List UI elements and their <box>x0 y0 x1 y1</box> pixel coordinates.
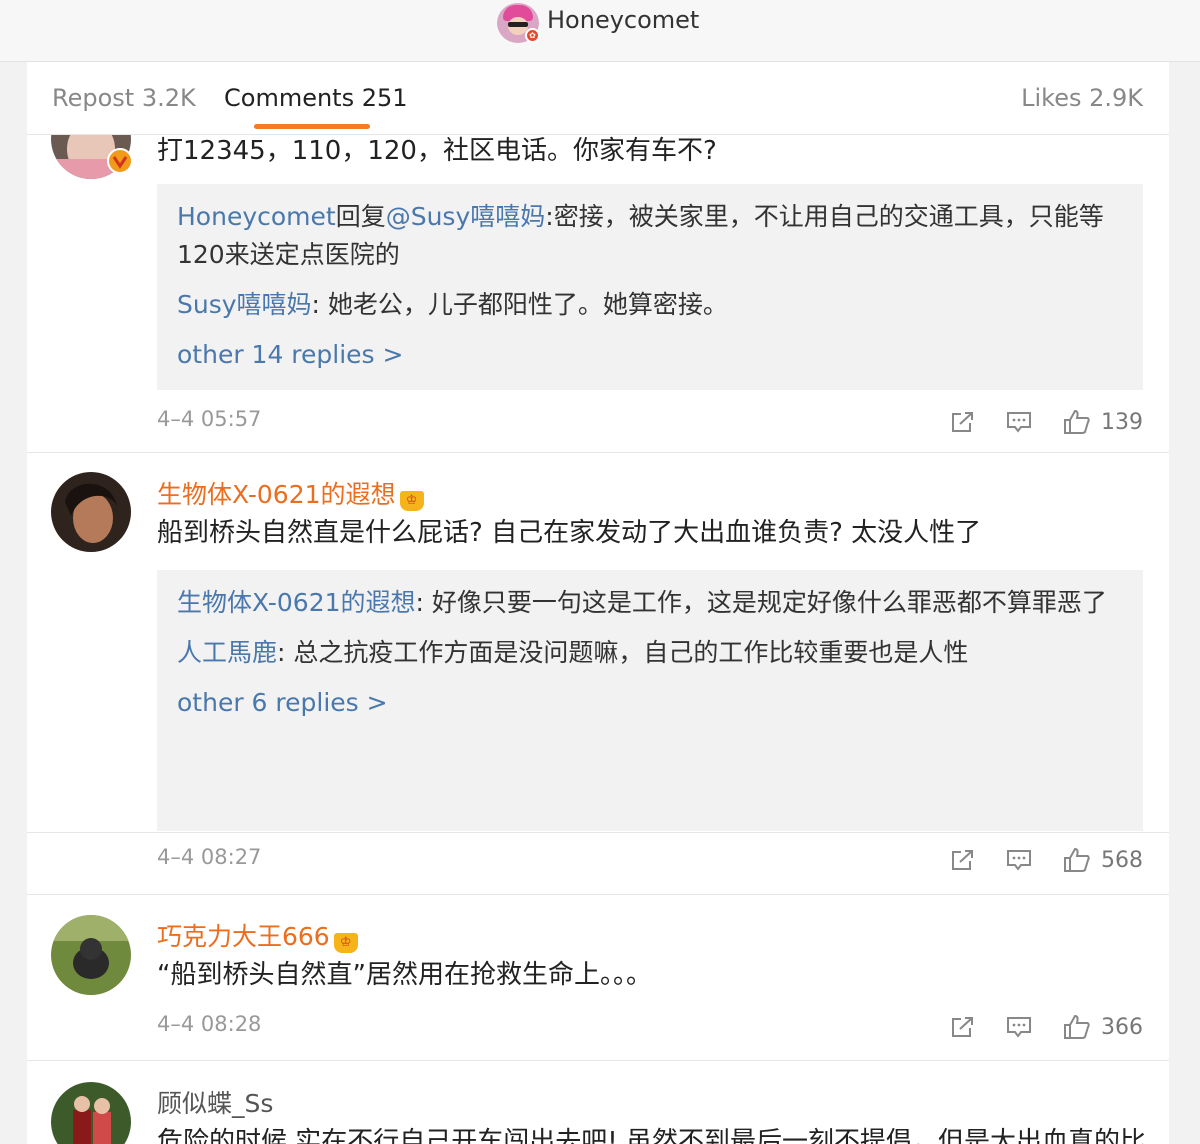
share-icon[interactable] <box>947 1012 979 1042</box>
comment-meta: 4–4 08:27 568 <box>157 845 1143 875</box>
reply-text: : 好像只要一句这是工作，这是规定好像什么罪恶都不算罪恶了 <box>415 588 1107 617</box>
reply-text: : 她老公，儿子都阳性了。她算密接。 <box>311 290 728 319</box>
comment-item: 巧克力大王666 ♔ “船到桥头自然直”居然用在抢救生命上。。。 4–4 08:2… <box>27 895 1169 1061</box>
header-title[interactable]: Honeycomet <box>547 6 699 34</box>
share-icon[interactable] <box>947 845 979 875</box>
verified-badge-icon: ✿ <box>525 28 540 43</box>
comment-text: “船到桥头自然直”居然用在抢救生命上。。。 <box>157 960 652 990</box>
comment-icon[interactable] <box>1003 1012 1035 1042</box>
more-replies-link[interactable]: other 6 replies > <box>177 684 1123 722</box>
reply-author[interactable]: Susy嘻嘻妈 <box>177 290 312 319</box>
comment-author-name[interactable]: 顾似蝶_Ss <box>157 1089 273 1118</box>
like-count: 366 <box>1101 1014 1143 1040</box>
comment-author-name[interactable]: 巧克力大王666 <box>157 922 330 951</box>
comment-time: 4–4 08:28 <box>157 1012 262 1036</box>
reply-item: Honeycomet回复@Susy嘻嘻妈:密接，被关家里，不让用自己的交通工具，… <box>177 198 1123 274</box>
reply-box[interactable]: Honeycomet回复@Susy嘻嘻妈:密接，被关家里，不让用自己的交通工具，… <box>157 184 1143 390</box>
comment-actions: 139 <box>947 407 1143 437</box>
reply-item: Susy嘻嘻妈: 她老公，儿子都阳性了。她算密接。 <box>177 286 1123 324</box>
comment-text: 危险的时候 实在不行自己开车闯出去吧! 虽然不到最后一刻不提倡，但是大出血真的比… <box>157 1127 1146 1144</box>
tab-likes[interactable]: Likes 2.9K <box>1021 84 1143 112</box>
comment-item: 顾似蝶_Ss 危险的时候 实在不行自己开车闯出去吧! 虽然不到最后一刻不提倡，但… <box>27 1062 1169 1144</box>
reply-text: : 总之抗疫工作方面是没问题嘛，自己的工作比较重要也是人性 <box>277 638 969 667</box>
share-icon[interactable] <box>947 407 979 437</box>
crown-icon: ♔ <box>333 933 358 953</box>
tab-comments[interactable]: Comments 251 <box>224 84 408 112</box>
avatar[interactable] <box>51 915 131 995</box>
avatar[interactable] <box>51 472 131 552</box>
tab-bar: Repost 3.2K Comments 251 Likes 2.9K <box>27 62 1169 135</box>
reply-author[interactable]: Honeycomet <box>177 202 336 231</box>
tab-repost[interactable]: Repost 3.2K <box>52 84 196 112</box>
thumbs-up-icon[interactable] <box>1061 845 1093 875</box>
verified-badge-icon <box>107 148 133 174</box>
reply-mention[interactable]: @Susy嘻嘻妈 <box>386 202 546 231</box>
like-count: 139 <box>1101 409 1143 435</box>
comment-meta: 4–4 08:28 366 <box>157 1012 1143 1042</box>
comment-item: 生物体X-0621的遐想 ♔ 船到桥头自然直是什么屁话? 自己在家发动了大出血谁负… <box>27 453 1169 833</box>
comment-actions: 568 <box>947 845 1143 875</box>
comment-icon[interactable] <box>1003 845 1035 875</box>
comment-actions: 366 <box>947 1012 1143 1042</box>
comment-time: 4–4 08:27 <box>157 845 262 869</box>
comment-text: 船到桥头自然直是什么屁话? 自己在家发动了大出血谁负责? 太没人性了 <box>157 518 982 548</box>
avatar[interactable] <box>51 1082 131 1144</box>
reply-author[interactable]: 生物体X-0621的遐想 <box>177 588 416 617</box>
comment-author-name[interactable]: 生物体X-0621的遐想 <box>157 480 396 509</box>
reply-item: 生物体X-0621的遐想: 好像只要一句这是工作，这是规定好像什么罪恶都不算罪恶… <box>177 584 1123 622</box>
reply-author[interactable]: 人工馬鹿 <box>177 638 277 667</box>
reply-connector: 回复 <box>335 202 386 231</box>
active-tab-indicator <box>254 124 370 129</box>
comment-time: 4–4 05:57 <box>157 407 262 431</box>
comment-meta: 4–4 05:57 139 <box>157 407 1143 437</box>
thumbs-up-icon[interactable] <box>1061 407 1093 437</box>
comment-author[interactable]: 巧克力大王666 ♔ <box>157 917 358 953</box>
reply-box[interactable]: 生物体X-0621的遐想: 好像只要一句这是工作，这是规定好像什么罪恶都不算罪恶… <box>157 570 1143 831</box>
like-count: 568 <box>1101 847 1143 873</box>
comment-author[interactable]: 顾似蝶_Ss <box>157 1084 273 1120</box>
comment-icon[interactable] <box>1003 407 1035 437</box>
comment-author[interactable]: 生物体X-0621的遐想 ♔ <box>157 475 424 511</box>
top-bar: ✿ Honeycomet <box>0 0 1200 62</box>
reply-item: 人工馬鹿: 总之抗疫工作方面是没问题嘛，自己的工作比较重要也是人性 <box>177 634 1123 672</box>
crown-icon: ♔ <box>399 491 424 511</box>
thumbs-up-icon[interactable] <box>1061 1012 1093 1042</box>
comment-item: 打12345，110，120，社区电话。你家有车不? Honeycomet回复@… <box>27 99 1169 453</box>
more-replies-link[interactable]: other 14 replies > <box>177 336 1123 374</box>
comments-card: Repost 3.2K Comments 251 Likes 2.9K 打123… <box>27 62 1169 1144</box>
comment-text: 打12345，110，120，社区电话。你家有车不? <box>157 136 717 166</box>
